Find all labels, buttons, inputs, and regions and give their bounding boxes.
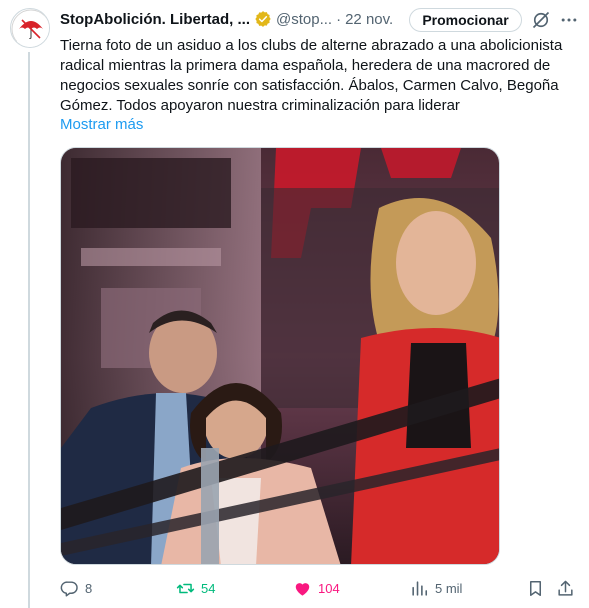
retweet-button[interactable]: 54 xyxy=(176,576,215,600)
tweet-text: Tierna foto de un asiduo a los clubs de … xyxy=(60,37,563,114)
bookmark-button[interactable] xyxy=(526,576,545,600)
tweet-actions: 8 54 104 5 mil xyxy=(60,576,580,600)
views-icon xyxy=(412,580,428,596)
like-button[interactable]: 104 xyxy=(293,576,340,600)
thread-line xyxy=(28,52,30,608)
display-name[interactable]: StopAbolición. Libertad, ... xyxy=(60,11,250,28)
like-count: 104 xyxy=(318,580,340,596)
bookmark-icon xyxy=(529,580,542,596)
retweet-icon xyxy=(176,583,195,593)
separator-dot: · xyxy=(336,10,342,28)
reply-button[interactable]: 8 xyxy=(60,576,92,600)
views-button[interactable]: 5 mil xyxy=(410,576,462,600)
handle[interactable]: @stop... xyxy=(276,11,332,28)
more-icon[interactable] xyxy=(559,10,579,30)
retweet-count: 54 xyxy=(201,580,216,596)
reply-icon xyxy=(60,580,78,596)
tweet[interactable]: StopAbolición. Libertad, ... @stop... · … xyxy=(0,0,589,608)
verified-badge-icon xyxy=(255,11,271,27)
show-more-link[interactable]: Mostrar más xyxy=(60,115,143,135)
heart-icon xyxy=(295,582,310,596)
views-count: 5 mil xyxy=(435,580,463,596)
umbrella-logo-icon xyxy=(11,9,49,47)
tweet-photo[interactable] xyxy=(60,147,500,565)
photo-three-people-balcony xyxy=(61,148,499,564)
tweet-header: StopAbolición. Libertad, ... @stop... · … xyxy=(60,8,393,30)
avatar[interactable] xyxy=(10,8,50,48)
share-icon xyxy=(558,580,573,596)
share-button[interactable] xyxy=(556,576,575,600)
grok-icon[interactable] xyxy=(531,10,551,30)
promote-button[interactable]: Promocionar xyxy=(409,8,522,32)
reply-count: 8 xyxy=(85,580,93,596)
timestamp[interactable]: 22 nov. xyxy=(345,11,393,28)
